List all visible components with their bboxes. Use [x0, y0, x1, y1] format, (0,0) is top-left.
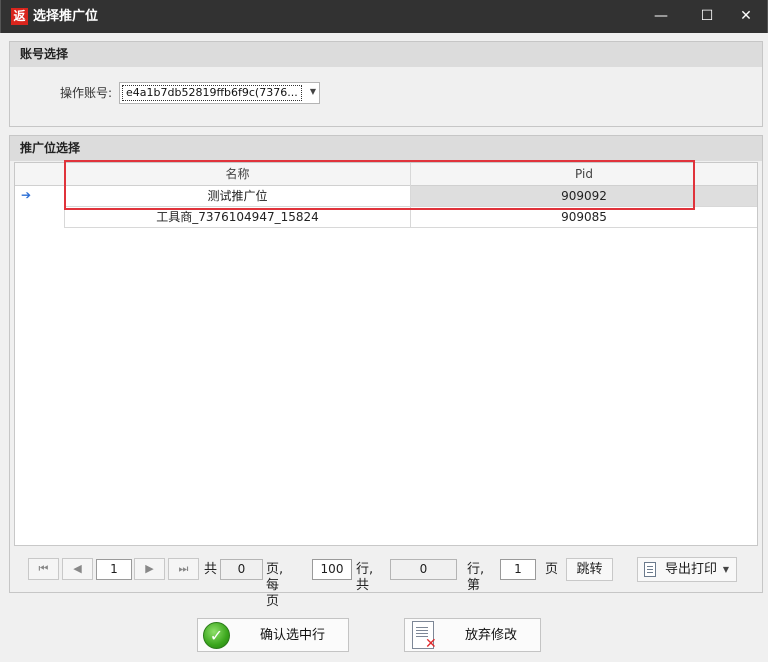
cell-name[interactable]: 测试推广位 [64, 186, 410, 207]
per-page-label: 页,每页 [266, 562, 284, 609]
current-page-input[interactable]: 1 [96, 559, 132, 580]
column-header-pid[interactable]: Pid [410, 163, 757, 186]
slot-grid[interactable]: 名称 Pid ➔ 测试推广位 909092 工具商_7376104947_158… [14, 162, 758, 546]
page-suffix-label: 页 [545, 562, 559, 577]
app-icon: 返 [11, 8, 28, 25]
first-page-icon[interactable]: ⏮ [28, 558, 59, 580]
column-header-name[interactable]: 名称 [64, 163, 410, 186]
discard-label: 放弃修改 [465, 628, 518, 643]
confirm-button[interactable]: ✓ 确认选中行 [197, 618, 349, 652]
title-bar: 返 选择推广位 — ☐ ✕ [0, 0, 768, 33]
export-print-label: 导出打印 [665, 562, 718, 577]
goto-page-input[interactable]: 1 [500, 559, 536, 580]
cell-pid[interactable]: 909092 [410, 186, 757, 207]
minimize-button[interactable]: — [638, 0, 684, 33]
account-group: 账号选择 操作账号: e4a1b7db52819ffb6f9c(7376... … [9, 41, 763, 127]
account-group-header: 账号选择 [10, 42, 762, 67]
total-rows-field: 0 [390, 559, 457, 580]
export-print-button[interactable]: 导出打印 ▼ [637, 557, 737, 582]
jump-button[interactable]: 跳转 [566, 558, 613, 581]
total-pages-field: 0 [220, 559, 263, 580]
row-indicator-icon: ➔ [21, 188, 32, 202]
discard-button[interactable]: ✕ 放弃修改 [404, 618, 541, 652]
last-page-icon[interactable]: ⏭ [168, 558, 199, 580]
close-button[interactable]: ✕ [723, 0, 768, 33]
cell-pid[interactable]: 909085 [410, 207, 757, 228]
rows-total-label: 行,共 [356, 562, 374, 593]
table-row[interactable]: ➔ 测试推广位 909092 [15, 186, 757, 207]
table-row[interactable]: 工具商_7376104947_15824 909085 [15, 207, 757, 228]
confirm-label: 确认选中行 [260, 628, 326, 643]
cell-name[interactable]: 工具商_7376104947_15824 [64, 207, 410, 228]
total-label: 共 [204, 562, 218, 577]
account-dropdown-value: e4a1b7db52819ffb6f9c(7376... [122, 85, 302, 101]
next-page-icon[interactable]: ▶ [134, 558, 165, 580]
goto-label: 行,第 [467, 562, 485, 593]
slot-group: 推广位选择 名称 Pid ➔ 测试推广位 909092 工具商_73761049… [9, 135, 763, 593]
page-size-input[interactable]: 100 [312, 559, 352, 580]
chevron-down-icon: ▼ [722, 565, 729, 574]
account-label: 操作账号: [60, 86, 113, 100]
grid-header: 名称 Pid [15, 163, 757, 186]
slot-group-header: 推广位选择 [10, 136, 762, 161]
checkmark-icon: ✓ [203, 622, 230, 649]
close-icon: ✕ [425, 636, 437, 652]
prev-page-icon[interactable]: ◀ [62, 558, 93, 580]
document-icon [644, 562, 656, 577]
chevron-down-icon: ▼ [309, 87, 316, 96]
window-title: 选择推广位 [33, 9, 99, 24]
account-dropdown[interactable]: e4a1b7db52819ffb6f9c(7376... ▼ [119, 82, 320, 104]
